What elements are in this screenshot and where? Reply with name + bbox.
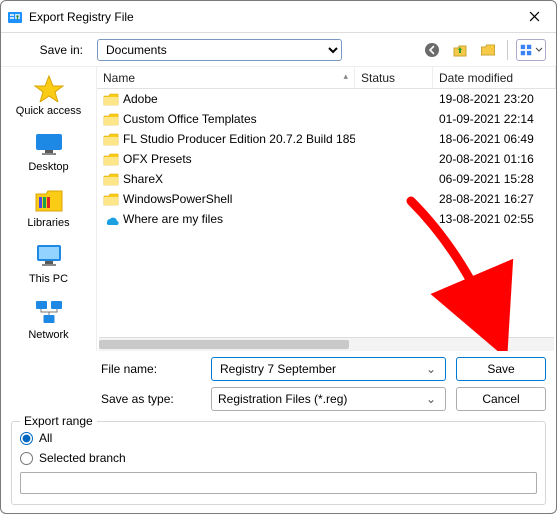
- file-browser: Quick access Desktop Libraries This PC Netwo…: [1, 67, 556, 351]
- thispc-icon: [31, 241, 67, 271]
- folder-icon: [103, 112, 119, 126]
- view-menu-button[interactable]: [516, 39, 546, 61]
- horizontal-scrollbar[interactable]: [99, 337, 554, 351]
- network-icon: [31, 297, 67, 327]
- place-thispc[interactable]: This PC: [9, 239, 89, 293]
- folder-icon: [103, 132, 119, 146]
- folder-icon: [103, 92, 119, 106]
- save-fields: File name: ⌄ Save Save as type: Registra…: [1, 351, 556, 419]
- file-row[interactable]: Where are my files 13-08-2021 02:55: [97, 209, 556, 229]
- column-headers[interactable]: Name▴ Status Date modified: [97, 67, 556, 89]
- save-in-label: Save in:: [1, 43, 91, 57]
- file-date: 20-08-2021 01:16: [433, 152, 556, 166]
- desktop-icon: [31, 129, 67, 159]
- place-label: Quick access: [9, 105, 89, 117]
- libraries-icon: [31, 185, 67, 215]
- save-type-value: Registration Files (*.reg): [218, 392, 423, 406]
- file-row[interactable]: Adobe 19-08-2021 23:20: [97, 89, 556, 109]
- file-list-area: Name▴ Status Date modified Adobe 19-08-20…: [96, 67, 556, 351]
- file-row[interactable]: OFX Presets 20-08-2021 01:16: [97, 149, 556, 169]
- file-row[interactable]: ShareX 06-09-2021 15:28: [97, 169, 556, 189]
- file-date: 19-08-2021 23:20: [433, 92, 556, 106]
- file-name-input[interactable]: [218, 361, 423, 377]
- sort-indicator-icon: ▴: [343, 71, 348, 82]
- file-name: Where are my files: [123, 212, 223, 226]
- place-label: Network: [9, 329, 89, 341]
- file-name-combo[interactable]: ⌄: [211, 357, 446, 381]
- file-name: Custom Office Templates: [123, 112, 257, 126]
- file-date: 01-09-2021 22:14: [433, 112, 556, 126]
- selected-branch-input[interactable]: [20, 472, 537, 494]
- export-registry-dialog: Export Registry File Save in: Documents …: [0, 0, 557, 514]
- place-desktop[interactable]: Desktop: [9, 127, 89, 181]
- column-name[interactable]: Name▴: [97, 67, 355, 88]
- file-date: 18-06-2021 06:49: [433, 132, 556, 146]
- close-button[interactable]: [514, 3, 554, 31]
- chevron-down-icon[interactable]: ⌄: [423, 392, 439, 406]
- file-row[interactable]: WindowsPowerShell 28-08-2021 16:27: [97, 189, 556, 209]
- place-libraries[interactable]: Libraries: [9, 183, 89, 237]
- file-name-label: File name:: [101, 362, 201, 376]
- export-range-all[interactable]: All: [20, 428, 537, 448]
- chevron-down-icon[interactable]: ⌄: [423, 362, 439, 376]
- file-date: 13-08-2021 02:55: [433, 212, 556, 226]
- quick-icon: [31, 73, 67, 103]
- export-range-group: Export range All Selected branch: [11, 421, 546, 505]
- export-range-legend: Export range: [20, 414, 97, 428]
- file-row[interactable]: Custom Office Templates 01-09-2021 22:14: [97, 109, 556, 129]
- file-name: Adobe: [123, 92, 158, 106]
- new-folder-button[interactable]: [477, 39, 499, 61]
- file-name: WindowsPowerShell: [123, 192, 232, 206]
- nav-back-button[interactable]: [421, 39, 443, 61]
- file-date: 28-08-2021 16:27: [433, 192, 556, 206]
- place-network[interactable]: Network: [9, 295, 89, 349]
- save-in-row: Save in: Documents: [1, 33, 556, 67]
- export-range-all-radio[interactable]: [20, 432, 33, 445]
- up-one-level-button[interactable]: [449, 39, 471, 61]
- file-list[interactable]: Adobe 19-08-2021 23:20 Custom Office Templ…: [97, 89, 556, 337]
- chevron-down-icon: [535, 43, 543, 57]
- save-type-label: Save as type:: [101, 392, 201, 406]
- place-quick[interactable]: Quick access: [9, 71, 89, 125]
- place-label: Desktop: [9, 161, 89, 173]
- folder-icon: [103, 172, 119, 186]
- onedrive-icon: [103, 212, 119, 226]
- file-name: ShareX: [123, 172, 163, 186]
- file-date: 06-09-2021 15:28: [433, 172, 556, 186]
- cancel-button[interactable]: Cancel: [456, 387, 546, 411]
- regedit-icon: [7, 9, 23, 25]
- column-status[interactable]: Status: [355, 67, 433, 88]
- save-type-combo[interactable]: Registration Files (*.reg) ⌄: [211, 387, 446, 411]
- save-in-select[interactable]: Documents: [97, 39, 342, 61]
- titlebar: Export Registry File: [1, 1, 556, 33]
- place-label: This PC: [9, 273, 89, 285]
- places-bar: Quick access Desktop Libraries This PC Netwo…: [1, 67, 96, 351]
- save-button[interactable]: Save: [456, 357, 546, 381]
- file-row[interactable]: FL Studio Producer Edition 20.7.2 Build …: [97, 129, 556, 149]
- export-range-selected-radio[interactable]: [20, 452, 33, 465]
- export-range-selected[interactable]: Selected branch: [20, 448, 537, 468]
- folder-icon: [103, 152, 119, 166]
- file-name: FL Studio Producer Edition 20.7.2 Build …: [123, 132, 355, 146]
- place-label: Libraries: [9, 217, 89, 229]
- window-title: Export Registry File: [29, 10, 514, 24]
- folder-icon: [103, 192, 119, 206]
- scrollbar-thumb[interactable]: [99, 340, 349, 349]
- column-date[interactable]: Date modified: [433, 67, 556, 88]
- file-name: OFX Presets: [123, 152, 192, 166]
